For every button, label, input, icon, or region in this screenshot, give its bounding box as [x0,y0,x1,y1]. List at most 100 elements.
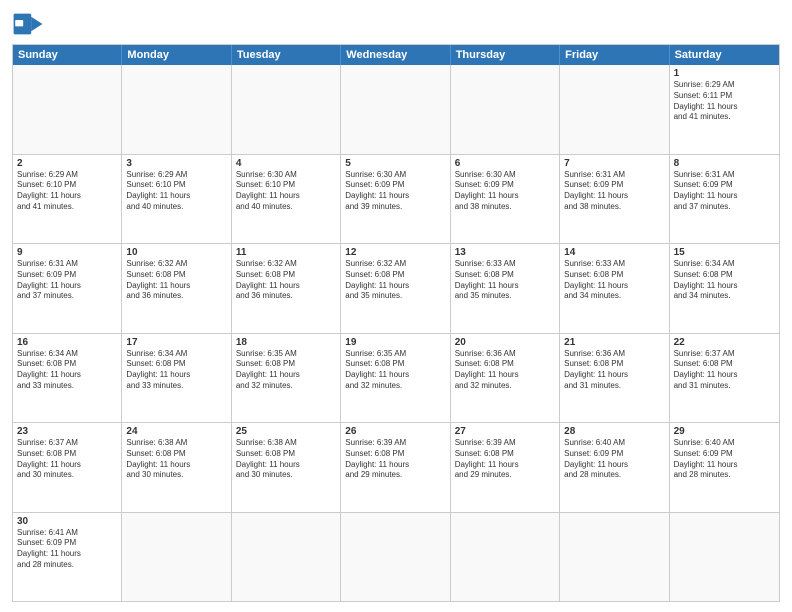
calendar-cell [13,65,122,154]
day-number: 1 [674,68,775,79]
day-number: 22 [674,337,775,348]
cell-info: Sunrise: 6:38 AM Sunset: 6:08 PM Dayligh… [236,438,336,481]
cell-info: Sunrise: 6:35 AM Sunset: 6:08 PM Dayligh… [345,349,445,392]
day-number: 21 [564,337,664,348]
calendar-cell [232,65,341,154]
calendar-cell: 9Sunrise: 6:31 AM Sunset: 6:09 PM Daylig… [13,244,122,333]
page: SundayMondayTuesdayWednesdayThursdayFrid… [0,0,792,612]
day-number: 8 [674,158,775,169]
calendar-cell: 29Sunrise: 6:40 AM Sunset: 6:09 PM Dayli… [670,423,779,512]
calendar-cell: 12Sunrise: 6:32 AM Sunset: 6:08 PM Dayli… [341,244,450,333]
week-3: 9Sunrise: 6:31 AM Sunset: 6:09 PM Daylig… [13,244,779,334]
day-header-friday: Friday [560,45,669,65]
cell-info: Sunrise: 6:29 AM Sunset: 6:10 PM Dayligh… [126,170,226,213]
day-number: 20 [455,337,555,348]
cell-info: Sunrise: 6:38 AM Sunset: 6:08 PM Dayligh… [126,438,226,481]
day-number: 10 [126,247,226,258]
calendar-cell: 23Sunrise: 6:37 AM Sunset: 6:08 PM Dayli… [13,423,122,512]
calendar-cell: 21Sunrise: 6:36 AM Sunset: 6:08 PM Dayli… [560,334,669,423]
week-4: 16Sunrise: 6:34 AM Sunset: 6:08 PM Dayli… [13,334,779,424]
calendar-cell: 7Sunrise: 6:31 AM Sunset: 6:09 PM Daylig… [560,155,669,244]
week-1: 1Sunrise: 6:29 AM Sunset: 6:11 PM Daylig… [13,65,779,155]
day-number: 29 [674,426,775,437]
week-6: 30Sunrise: 6:41 AM Sunset: 6:09 PM Dayli… [13,513,779,602]
cell-info: Sunrise: 6:29 AM Sunset: 6:10 PM Dayligh… [17,170,117,213]
calendar-cell [560,65,669,154]
calendar-cell: 13Sunrise: 6:33 AM Sunset: 6:08 PM Dayli… [451,244,560,333]
calendar-cell [451,513,560,602]
day-number: 24 [126,426,226,437]
calendar-cell: 26Sunrise: 6:39 AM Sunset: 6:08 PM Dayli… [341,423,450,512]
day-number: 17 [126,337,226,348]
calendar-cell: 20Sunrise: 6:36 AM Sunset: 6:08 PM Dayli… [451,334,560,423]
calendar-cell: 19Sunrise: 6:35 AM Sunset: 6:08 PM Dayli… [341,334,450,423]
cell-info: Sunrise: 6:35 AM Sunset: 6:08 PM Dayligh… [236,349,336,392]
cell-info: Sunrise: 6:41 AM Sunset: 6:09 PM Dayligh… [17,528,117,571]
day-number: 15 [674,247,775,258]
day-number: 5 [345,158,445,169]
day-header-sunday: Sunday [13,45,122,65]
calendar-cell: 1Sunrise: 6:29 AM Sunset: 6:11 PM Daylig… [670,65,779,154]
calendar-cell: 27Sunrise: 6:39 AM Sunset: 6:08 PM Dayli… [451,423,560,512]
cell-info: Sunrise: 6:33 AM Sunset: 6:08 PM Dayligh… [455,259,555,302]
calendar-cell: 28Sunrise: 6:40 AM Sunset: 6:09 PM Dayli… [560,423,669,512]
cell-info: Sunrise: 6:33 AM Sunset: 6:08 PM Dayligh… [564,259,664,302]
calendar-cell: 2Sunrise: 6:29 AM Sunset: 6:10 PM Daylig… [13,155,122,244]
day-number: 6 [455,158,555,169]
week-5: 23Sunrise: 6:37 AM Sunset: 6:08 PM Dayli… [13,423,779,513]
calendar-cell: 5Sunrise: 6:30 AM Sunset: 6:09 PM Daylig… [341,155,450,244]
calendar-cell [232,513,341,602]
calendar-cell [560,513,669,602]
calendar-cell: 6Sunrise: 6:30 AM Sunset: 6:09 PM Daylig… [451,155,560,244]
cell-info: Sunrise: 6:29 AM Sunset: 6:11 PM Dayligh… [674,80,775,123]
day-header-tuesday: Tuesday [232,45,341,65]
calendar-cell [341,513,450,602]
cell-info: Sunrise: 6:31 AM Sunset: 6:09 PM Dayligh… [674,170,775,213]
day-number: 3 [126,158,226,169]
cell-info: Sunrise: 6:34 AM Sunset: 6:08 PM Dayligh… [674,259,775,302]
cell-info: Sunrise: 6:36 AM Sunset: 6:08 PM Dayligh… [455,349,555,392]
calendar-cell: 17Sunrise: 6:34 AM Sunset: 6:08 PM Dayli… [122,334,231,423]
calendar-cell: 10Sunrise: 6:32 AM Sunset: 6:08 PM Dayli… [122,244,231,333]
day-number: 14 [564,247,664,258]
week-2: 2Sunrise: 6:29 AM Sunset: 6:10 PM Daylig… [13,155,779,245]
cell-info: Sunrise: 6:39 AM Sunset: 6:08 PM Dayligh… [345,438,445,481]
cell-info: Sunrise: 6:30 AM Sunset: 6:10 PM Dayligh… [236,170,336,213]
day-number: 2 [17,158,117,169]
day-number: 26 [345,426,445,437]
day-number: 27 [455,426,555,437]
cell-info: Sunrise: 6:31 AM Sunset: 6:09 PM Dayligh… [564,170,664,213]
logo-icon [12,10,44,38]
cell-info: Sunrise: 6:36 AM Sunset: 6:08 PM Dayligh… [564,349,664,392]
day-number: 19 [345,337,445,348]
calendar-cell: 18Sunrise: 6:35 AM Sunset: 6:08 PM Dayli… [232,334,341,423]
day-header-saturday: Saturday [670,45,779,65]
day-number: 25 [236,426,336,437]
calendar-cell: 11Sunrise: 6:32 AM Sunset: 6:08 PM Dayli… [232,244,341,333]
day-number: 18 [236,337,336,348]
day-headers: SundayMondayTuesdayWednesdayThursdayFrid… [13,45,779,65]
day-number: 30 [17,516,117,527]
day-number: 7 [564,158,664,169]
day-header-thursday: Thursday [451,45,560,65]
calendar-cell [122,513,231,602]
day-number: 28 [564,426,664,437]
calendar-cell: 25Sunrise: 6:38 AM Sunset: 6:08 PM Dayli… [232,423,341,512]
calendar-cell: 24Sunrise: 6:38 AM Sunset: 6:08 PM Dayli… [122,423,231,512]
cell-info: Sunrise: 6:32 AM Sunset: 6:08 PM Dayligh… [345,259,445,302]
day-number: 23 [17,426,117,437]
cell-info: Sunrise: 6:40 AM Sunset: 6:09 PM Dayligh… [564,438,664,481]
day-number: 16 [17,337,117,348]
cell-info: Sunrise: 6:40 AM Sunset: 6:09 PM Dayligh… [674,438,775,481]
calendar: SundayMondayTuesdayWednesdayThursdayFrid… [12,44,780,602]
cell-info: Sunrise: 6:32 AM Sunset: 6:08 PM Dayligh… [236,259,336,302]
day-number: 9 [17,247,117,258]
calendar-cell: 4Sunrise: 6:30 AM Sunset: 6:10 PM Daylig… [232,155,341,244]
cell-info: Sunrise: 6:31 AM Sunset: 6:09 PM Dayligh… [17,259,117,302]
calendar-cell [670,513,779,602]
calendar-cell: 16Sunrise: 6:34 AM Sunset: 6:08 PM Dayli… [13,334,122,423]
calendar-cell: 22Sunrise: 6:37 AM Sunset: 6:08 PM Dayli… [670,334,779,423]
cell-info: Sunrise: 6:30 AM Sunset: 6:09 PM Dayligh… [345,170,445,213]
logo [12,10,48,38]
calendar-cell: 8Sunrise: 6:31 AM Sunset: 6:09 PM Daylig… [670,155,779,244]
